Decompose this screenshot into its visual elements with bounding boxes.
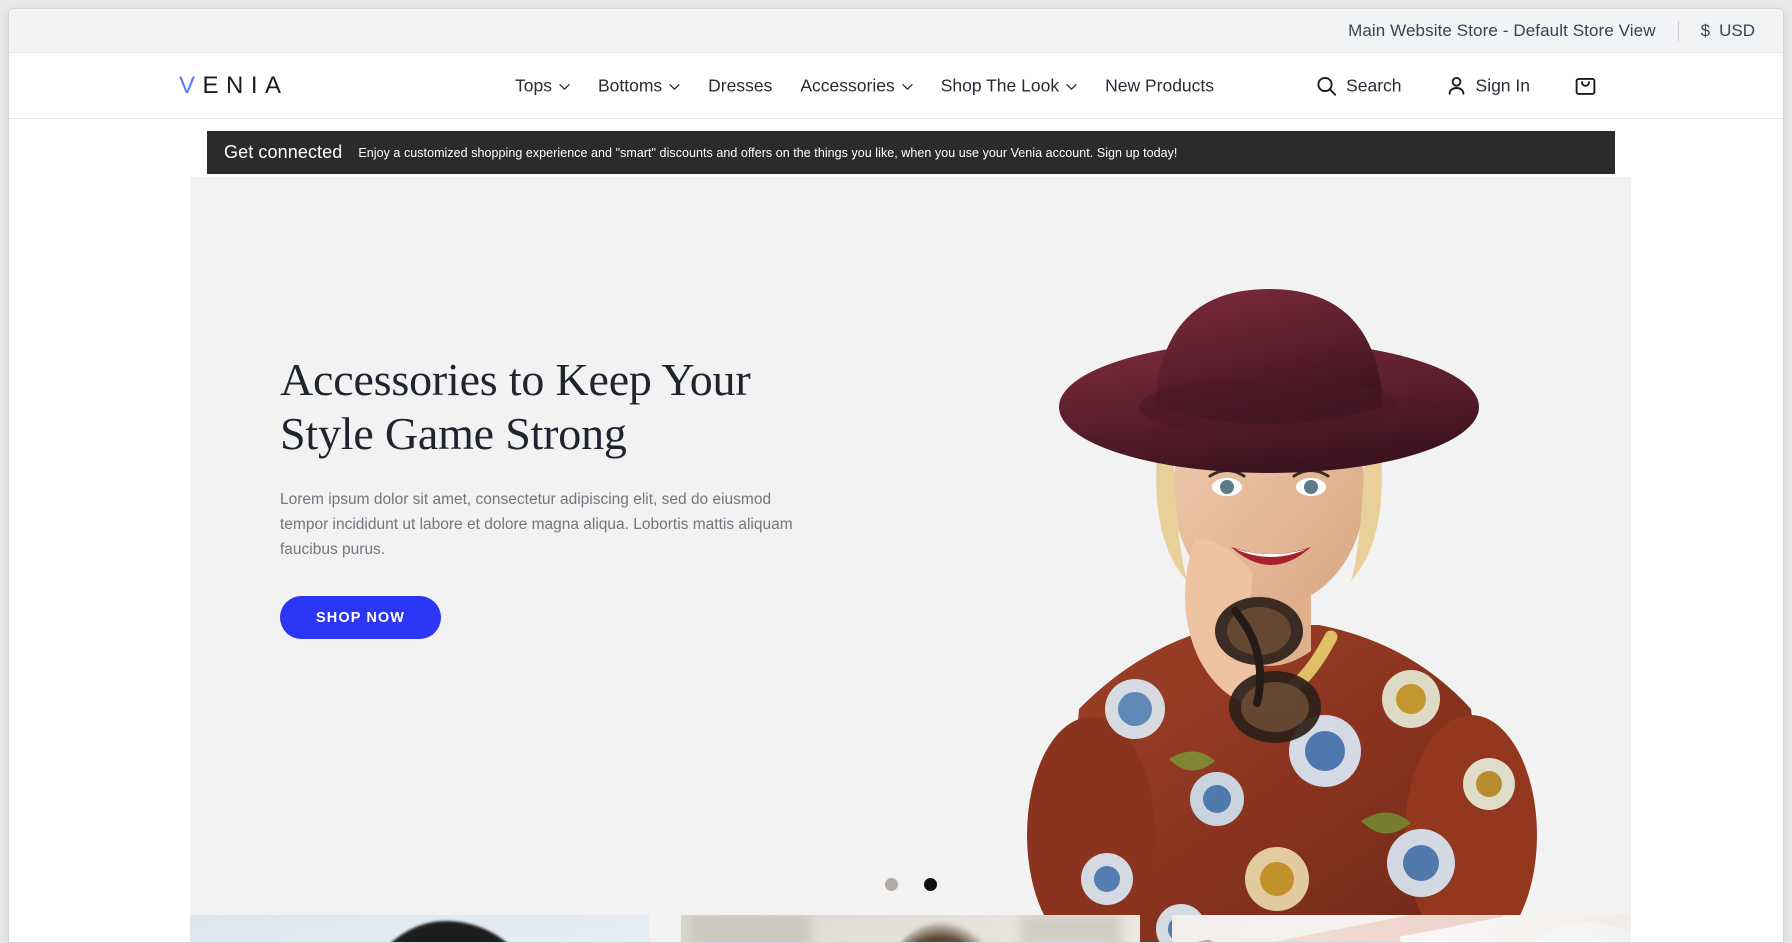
cart-button[interactable] (1564, 68, 1607, 103)
venia-logo[interactable]: V ENIA (179, 72, 289, 100)
chevron-down-icon (559, 83, 570, 90)
page-scroll-area[interactable]: Main Website Store - Default Store View … (9, 9, 1783, 942)
tile-woman-curly-hair[interactable] (190, 915, 649, 942)
nav-item-label: Tops (515, 75, 552, 95)
shop-now-button[interactable]: SHOP NOW (280, 596, 442, 640)
sign-in-button-label: Sign In (1475, 75, 1530, 95)
building-blur-left (690, 915, 810, 942)
browser-window: Main Website Store - Default Store View … (8, 8, 1784, 943)
chevron-down-icon (669, 83, 680, 90)
banner-title: Get connected (224, 142, 343, 162)
topbar-divider (1677, 20, 1679, 41)
nav-item-new-products[interactable]: New Products (1091, 67, 1228, 104)
store-switcher[interactable]: Main Website Store - Default Store View (1346, 17, 1658, 45)
search-button-label: Search (1346, 75, 1402, 95)
header-actions: Search Sign In (1304, 68, 1607, 103)
user-icon (1446, 75, 1467, 96)
search-button[interactable]: Search (1304, 69, 1413, 102)
search-icon (1316, 75, 1337, 96)
nav-item-tops[interactable]: Tops (501, 67, 584, 104)
topbar-controls: Main Website Store - Default Store View … (1346, 17, 1757, 45)
tile-man-sunglasses[interactable] (681, 915, 1140, 942)
carousel-dot-2[interactable] (923, 878, 937, 891)
store-topbar: Main Website Store - Default Store View … (9, 9, 1783, 53)
site-header: V ENIA Tops Bottoms Dresses Accessories … (9, 53, 1783, 119)
currency-switcher[interactable]: $ USD (1699, 17, 1757, 45)
nav-item-bottoms[interactable]: Bottoms (584, 67, 694, 104)
carousel-dot-1[interactable] (884, 878, 898, 891)
hero-title-line-1: Accessories to Keep Your (280, 354, 751, 405)
building-blur-right (1020, 915, 1122, 942)
hero-copy-block: Accessories to Keep Your Style Game Stro… (280, 353, 900, 640)
chevron-down-icon (1066, 83, 1077, 90)
main-navigation: Tops Bottoms Dresses Accessories Shop Th… (501, 67, 1228, 104)
carousel-dots (884, 878, 937, 891)
nav-item-shop-the-look[interactable]: Shop The Look (927, 67, 1091, 104)
get-connected-banner[interactable]: Get connected Enjoy a customized shoppin… (207, 131, 1615, 174)
hero-description: Lorem ipsum dolor sit amet, consectetur … (280, 490, 793, 559)
nav-item-label: Dresses (708, 75, 773, 95)
hero-carousel: Accessories to Keep Your Style Game Stro… (190, 177, 1631, 942)
tile-watch-notebook[interactable]: NOTES (1172, 915, 1631, 942)
banner-text: Enjoy a customized shopping experience a… (358, 145, 1178, 160)
currency-symbol-icon: $ (1700, 20, 1711, 40)
nav-item-label: Bottoms (597, 75, 663, 95)
nav-item-label: Shop The Look (940, 75, 1060, 95)
nav-item-dresses[interactable]: Dresses (694, 67, 786, 104)
page-content: Get connected Enjoy a customized shoppin… (9, 119, 1783, 942)
curly-hair-shape (355, 920, 546, 942)
sign-in-button[interactable]: Sign In (1434, 69, 1542, 102)
currency-code: USD (1719, 20, 1755, 40)
hero-model-image (959, 239, 1579, 942)
hair-shape (882, 921, 1001, 942)
category-tiles: NOTES (190, 915, 1631, 942)
nav-item-label: New Products (1105, 75, 1215, 95)
logo-letters-enia: ENIA (202, 71, 289, 99)
logo-letter-v: V (179, 71, 203, 99)
nav-item-accessories[interactable]: Accessories (786, 67, 926, 104)
nav-item-label: Accessories (800, 75, 895, 95)
shopping-bag-icon (1574, 74, 1597, 97)
watch-strap (1172, 938, 1268, 942)
chevron-down-icon (902, 83, 913, 90)
hero-title: Accessories to Keep Your Style Game Stro… (280, 353, 900, 461)
hero-title-line-2: Style Game Strong (280, 407, 627, 459)
